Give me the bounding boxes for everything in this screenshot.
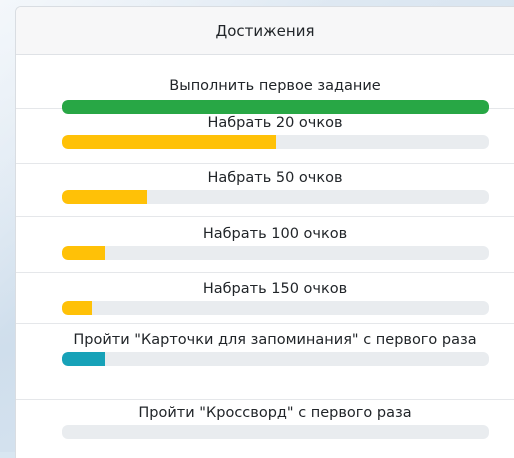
achievement-item: Набрать 20 очков [16, 109, 514, 164]
achievement-item: Набрать 50 очков [16, 164, 514, 217]
achievement-progress-fill [62, 301, 92, 315]
achievements-list: Выполнить первое задание Набрать 20 очко… [16, 55, 514, 458]
achievement-title: Пройти "Карточки для запоминания" с перв… [73, 332, 477, 348]
achievement-title: Набрать 150 очков [202, 281, 348, 297]
achievement-progress-fill [62, 135, 276, 149]
achievement-title: Набрать 20 очков [207, 115, 343, 131]
achievement-title: Пройти "Кроссворд" с первого раза [138, 405, 412, 421]
achievement-title: Набрать 50 очков [207, 170, 343, 186]
achievements-title: Достижения [215, 21, 315, 40]
achievement-title: Набрать 100 очков [202, 226, 348, 242]
achievement-progress-track [62, 352, 489, 366]
achievement-title: Выполнить первое задание [169, 78, 381, 94]
achievement-item: Пройти "Кроссворд" с первого раза [16, 400, 514, 458]
achievement-progress-track [62, 425, 489, 439]
achievement-progress-fill [62, 352, 105, 366]
achievement-progress-track [62, 301, 489, 315]
achievement-progress-track [62, 246, 489, 260]
achievement-progress-fill [62, 246, 105, 260]
achievement-item: Пройти "Карточки для запоминания" с перв… [16, 324, 514, 400]
achievement-progress-track [62, 190, 489, 204]
achievement-item: Набрать 150 очков [16, 273, 514, 324]
achievements-card: Достижения Выполнить первое задание Набр… [15, 6, 514, 458]
achievement-item: Выполнить первое задание [16, 55, 514, 114]
achievement-progress-track [62, 135, 489, 149]
achievement-item: Набрать 100 очков [16, 217, 514, 273]
achievements-header: Достижения [16, 7, 514, 55]
achievement-progress-fill [62, 190, 148, 204]
